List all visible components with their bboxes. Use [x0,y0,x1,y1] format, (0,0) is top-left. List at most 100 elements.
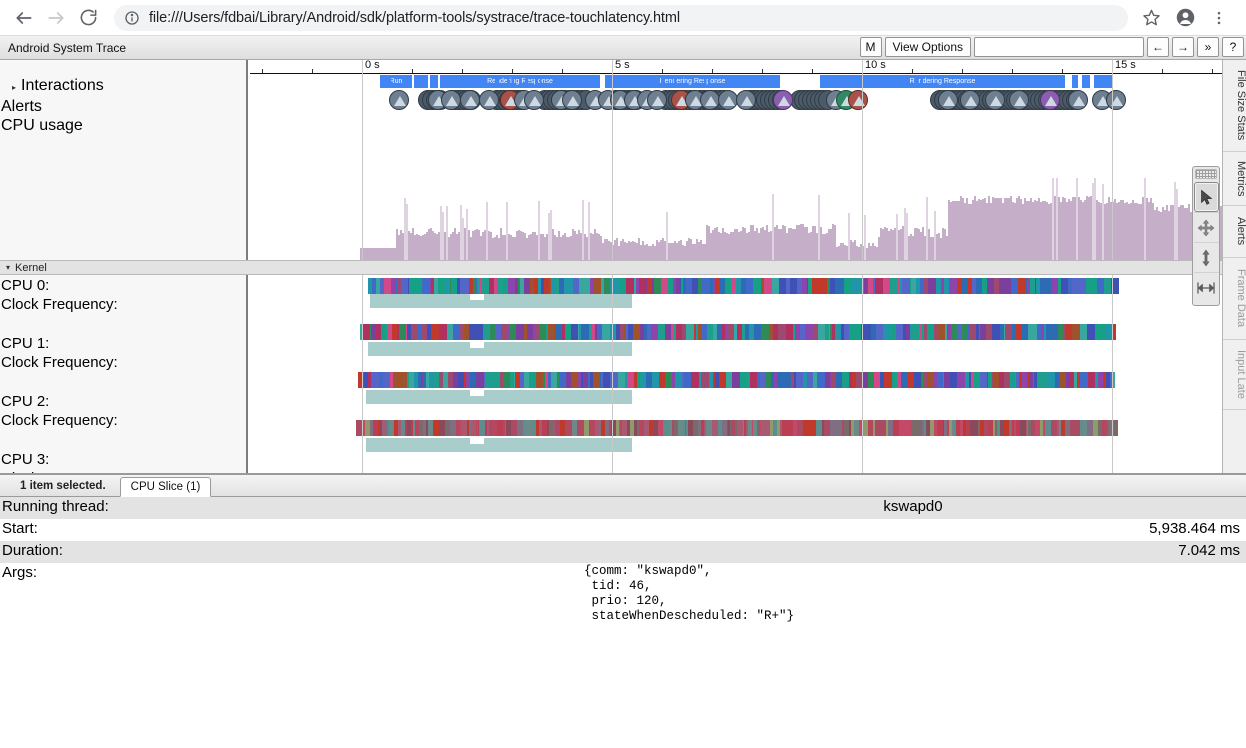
alert-marker[interactable] [938,90,958,110]
cpu-slice[interactable] [1072,324,1080,340]
cpu-slice[interactable] [957,372,965,388]
cpu-slice[interactable] [902,278,910,294]
cpu-slice[interactable] [626,278,634,294]
interaction-subslice[interactable] [512,75,515,88]
alerts-track[interactable] [250,90,1222,112]
interaction-subslice[interactable] [524,75,528,88]
cpu-slice[interactable] [912,324,919,340]
alert-marker[interactable] [1009,90,1029,110]
cpu-slice[interactable] [772,278,779,294]
cpu-slice[interactable] [675,372,682,388]
interaction-record[interactable]: Rendering Response [440,75,600,88]
cpu-slice[interactable] [876,324,883,340]
cpu-slice[interactable] [618,372,625,388]
interaction-subslice[interactable] [416,75,421,88]
cpu-slice[interactable] [393,372,401,388]
cpu-slice[interactable] [1005,324,1012,340]
cpu-slice[interactable] [1104,278,1111,294]
cpu-slice[interactable] [701,372,709,388]
interaction-subslice[interactable] [744,75,748,88]
interaction-subslice[interactable] [921,75,924,88]
cpu-slice[interactable] [1080,372,1088,388]
cpu-slice[interactable] [1021,324,1028,340]
cpu-slice[interactable] [1059,372,1066,388]
interaction-subslice[interactable] [540,75,542,88]
cpu-slice[interactable] [1061,278,1068,294]
tab-cpu-slice[interactable]: CPU Slice (1) [119,477,212,497]
address-bar[interactable]: file:///Users/fdbai/Library/Android/sdk/… [114,4,1128,31]
interaction-subslice[interactable] [620,75,623,88]
cpu-slice[interactable] [509,324,516,340]
cpu-slice[interactable] [651,324,658,340]
clock-frequency-block[interactable] [366,444,632,452]
cpu-slice[interactable] [438,278,445,294]
interaction-subslice[interactable] [674,75,677,88]
cpu-slice[interactable] [987,278,994,294]
alert-marker[interactable] [985,90,1005,110]
cpu-slice[interactable] [658,324,665,340]
cpu-slice[interactable] [633,324,640,340]
back-arrow-icon[interactable] [10,4,38,32]
cpu-slice[interactable] [790,278,797,294]
alert-marker[interactable] [389,90,409,110]
cpu-slice[interactable] [1047,372,1055,388]
cpu-slice[interactable] [593,278,601,294]
cpu-slice[interactable] [536,372,543,388]
cpu-slice[interactable] [727,324,734,340]
alert-marker[interactable] [700,90,720,110]
cpu-slice[interactable] [1114,324,1116,340]
cpu-slice[interactable] [950,372,957,388]
cpu-slice[interactable] [750,372,757,388]
cpu-slice[interactable] [949,278,957,294]
interaction-subslice[interactable] [840,75,845,88]
interaction-subslice[interactable] [708,75,711,88]
track-label-cpu3[interactable]: CPU 3: [0,450,246,469]
three-dot-menu-icon[interactable] [1205,4,1233,32]
cpu-slice[interactable] [719,372,726,388]
next-result-button[interactable]: → [1172,37,1194,57]
alert-marker[interactable] [479,90,499,110]
cpu-slice[interactable] [603,372,610,388]
timeline-ruler[interactable]: 0 s 5 s 10 s 15 s [250,60,1222,74]
cpu-slice[interactable] [1011,278,1018,294]
alert-marker[interactable] [1068,90,1088,110]
cpu-slice[interactable] [1051,278,1058,294]
cpu-2-slice-track[interactable] [358,372,1115,388]
cpu-3-slice-track[interactable] [356,420,1118,436]
interaction-subslice[interactable] [385,75,389,88]
interaction-record[interactable]: Rendering Response [820,75,1065,88]
interaction-subslice[interactable] [638,75,642,88]
interaction-subslice[interactable] [900,75,904,88]
interaction-subslice[interactable] [750,75,754,88]
cpu-slice[interactable] [581,324,589,340]
track-label-cpu2-freq[interactable]: Clock Frequency: [0,411,246,430]
chevron-down-icon[interactable]: ▾ [6,263,10,272]
cpu-usage-track[interactable] [360,175,1222,260]
search-input[interactable] [974,37,1144,57]
cpu-slice[interactable] [431,324,439,340]
interaction-subslice[interactable] [703,75,706,88]
cpu-slice[interactable] [516,324,524,340]
cpu-slice[interactable] [1080,324,1087,340]
cpu-slice[interactable] [844,278,851,294]
cpu-slice[interactable] [928,278,936,294]
alert-marker[interactable] [736,90,756,110]
cpu-slice[interactable] [805,324,813,340]
cpu-slice[interactable] [1098,324,1106,340]
interaction-subslice[interactable] [507,75,510,88]
interaction-subslice[interactable] [737,75,740,88]
right-tab-frame-data[interactable]: Frame Data [1223,258,1246,340]
interaction-subslice[interactable] [494,75,499,88]
clock-frequency-block[interactable] [370,300,632,308]
cpu-slice[interactable] [559,372,566,388]
cpu-slice[interactable] [1072,278,1080,294]
interaction-subslice[interactable] [582,75,586,88]
interaction-subslice[interactable] [854,75,856,88]
cpu-slice[interactable] [835,278,842,294]
cpu-slice[interactable] [927,324,934,340]
reload-icon[interactable] [74,4,102,32]
cpu-slice[interactable] [476,372,484,388]
cpu-slice[interactable] [482,278,489,294]
alert-marker[interactable] [647,90,667,110]
cpu-slice[interactable] [761,324,768,340]
